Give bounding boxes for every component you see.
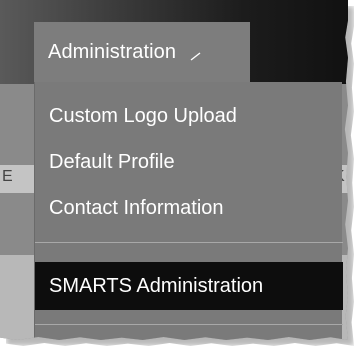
menu-item-smarts-administration[interactable]: SMARTS Administration bbox=[35, 262, 343, 310]
menu-item-custom-logo-upload[interactable]: Custom Logo Upload bbox=[35, 96, 343, 136]
nav-item-administration-label: Administration bbox=[48, 40, 177, 63]
menu-divider bbox=[35, 242, 343, 243]
menu-item-default-profile[interactable]: Default Profile bbox=[35, 142, 343, 182]
chevron-down-icon bbox=[190, 48, 202, 61]
nav-item-administration[interactable]: Administration bbox=[34, 22, 250, 82]
administration-dropdown-menu: Custom Logo Upload Default Profile Conta… bbox=[34, 82, 343, 340]
menu-divider bbox=[35, 324, 343, 325]
screenshot-frame: Administration E K Custom Logo Upload De… bbox=[0, 0, 348, 340]
background-text-fragment-left: E bbox=[2, 168, 13, 185]
top-navigation-bar: Administration bbox=[0, 0, 348, 84]
menu-item-contact-information[interactable]: Contact Information bbox=[35, 188, 343, 228]
